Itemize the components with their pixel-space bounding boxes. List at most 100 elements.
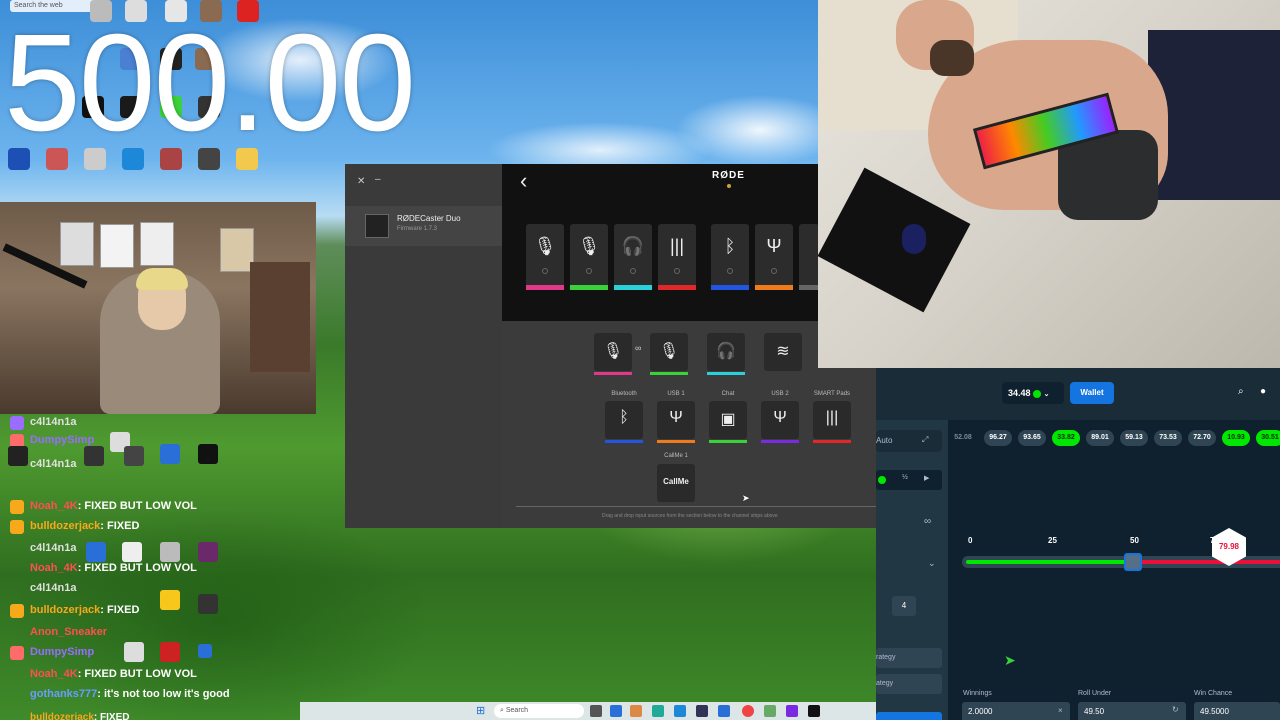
channel-strip-headphones[interactable]: 🎧 xyxy=(614,224,652,290)
source-chat[interactable]: ▣ xyxy=(709,401,747,443)
channel-strip-sound-pad[interactable]: ||| xyxy=(658,224,696,290)
source-color-bar xyxy=(650,372,688,375)
taskbar-app-icon[interactable] xyxy=(674,705,686,717)
taskbar-app-icon[interactable] xyxy=(610,705,622,717)
number-field[interactable]: 4 xyxy=(892,596,916,616)
dice-game-main: 52.08 96.27 93.65 33.82 89.01 59.13 73.5… xyxy=(948,420,1280,720)
taskbar-app-icon[interactable] xyxy=(630,705,642,717)
roll-under-field[interactable]: 49.50 ↻ xyxy=(1078,702,1186,720)
usb-icon: Ψ xyxy=(766,236,782,256)
source-mic-2[interactable]: 🎙 xyxy=(650,333,688,375)
auto-tab[interactable]: Auto ⤢ xyxy=(876,430,942,452)
channel-color-bar xyxy=(799,285,819,290)
device-item[interactable]: RØDECaster Duo Firmware 1.7.3 xyxy=(345,206,502,246)
close-icon[interactable]: ✕ xyxy=(357,176,365,187)
device-name: RØDECaster Duo xyxy=(397,214,461,223)
chat-emote xyxy=(198,444,218,464)
source-bluetooth[interactable]: ᛒ xyxy=(605,401,643,443)
win-chance-field[interactable]: 49.5000 xyxy=(1194,702,1280,720)
strategy-field[interactable]: rategy xyxy=(876,648,942,668)
source-wireless[interactable]: ≋ xyxy=(764,333,802,371)
chat-message: bulldozerjack: FIXED xyxy=(30,520,139,532)
taskbar-search[interactable]: ⌕ Search xyxy=(494,704,584,718)
chat-username: gothanks777 xyxy=(30,688,98,700)
channel-strip-mic-1[interactable]: 🎙 xyxy=(526,224,564,290)
chat-emote xyxy=(160,590,180,610)
source-label: Chat xyxy=(721,391,735,397)
source-callme[interactable]: CallMe xyxy=(657,464,695,502)
taskbar-app-icon[interactable] xyxy=(764,705,776,717)
source-usb-2[interactable]: Ψ xyxy=(761,401,799,443)
mouse-cursor-icon: ➤ xyxy=(742,493,750,503)
source-headphones[interactable]: 🎧 xyxy=(707,333,745,375)
source-smart-pads[interactable]: ||| xyxy=(813,401,851,443)
source-usb-1[interactable]: Ψ xyxy=(657,401,695,443)
play-icon[interactable]: ▶ xyxy=(924,474,929,482)
taskbar-app-icon[interactable] xyxy=(696,705,708,717)
source-mic-1[interactable]: 🎙 xyxy=(594,333,632,375)
chat-message: gothanks777: it's not too low it's good xyxy=(30,688,230,700)
channel-strip-partial[interactable] xyxy=(799,224,819,290)
mouse xyxy=(902,224,926,254)
bluetooth-icon: ᛒ xyxy=(619,409,629,426)
webcam-right xyxy=(818,0,1280,368)
callme-button: CallMe xyxy=(663,477,689,486)
wallet-button[interactable]: Wallet xyxy=(1070,382,1114,404)
number-field-value: 4 xyxy=(901,601,907,610)
chrome-icon[interactable] xyxy=(742,705,754,717)
chat-message: bulldozerjack: FIXED xyxy=(30,604,139,616)
history-chip: 93.65 xyxy=(1018,430,1046,446)
strategy-field[interactable]: ategy xyxy=(876,674,942,694)
slider-win-range xyxy=(966,560,1134,564)
user-icon[interactable]: ● xyxy=(1260,386,1266,397)
balance-display[interactable]: 34.48 ⌄ xyxy=(1002,382,1064,404)
channel-indicator xyxy=(630,268,636,274)
chat-username: DumpySimp xyxy=(30,646,95,658)
history-chip: 33.82 xyxy=(1052,430,1080,446)
back-icon[interactable]: ‹ xyxy=(520,168,527,194)
strategy-label: ategy xyxy=(876,680,894,687)
channel-indicator xyxy=(586,268,592,274)
taskbar-app-icon[interactable] xyxy=(652,705,664,717)
slider-handle[interactable] xyxy=(1124,553,1142,571)
channel-color-bar xyxy=(570,285,608,290)
strategy-label: rategy xyxy=(876,654,896,661)
bet-button[interactable] xyxy=(876,712,942,720)
minimize-icon[interactable]: – xyxy=(375,174,381,185)
chat-message: Noah_4K: FIXED BUT LOW VOL xyxy=(30,562,197,574)
wall-poster xyxy=(60,222,94,266)
chat-text: : FIXED BUT LOW VOL xyxy=(77,562,197,574)
search-icon[interactable]: ⌕ xyxy=(1238,386,1244,397)
taskbar-app-icon[interactable] xyxy=(718,705,730,717)
wall-poster xyxy=(220,228,254,272)
taskbar-app-icon[interactable] xyxy=(786,705,798,717)
link-icon: ∞ xyxy=(635,343,642,353)
link-icon[interactable]: ∞ xyxy=(924,516,931,527)
wall-poster xyxy=(100,224,134,268)
channel-strip-mic-2[interactable]: 🎙 xyxy=(570,224,608,290)
channel-indicator xyxy=(542,268,548,274)
history-chip: 89.01 xyxy=(1086,430,1114,446)
windows-start-icon[interactable]: ⊞ xyxy=(476,704,485,717)
channel-strip-usb[interactable]: Ψ xyxy=(755,224,793,290)
taskbar-app-icon[interactable] xyxy=(590,705,602,717)
refresh-icon[interactable]: ↻ xyxy=(1172,705,1179,714)
chat-emote xyxy=(122,542,142,562)
bet-amount-field[interactable]: ½ ▶ xyxy=(876,470,942,490)
history-chip: 73.53 xyxy=(1154,430,1182,446)
chat-text: : FIXED BUT LOW VOL xyxy=(77,668,197,680)
chat-username: Anon_Sneaker xyxy=(30,626,108,638)
win-chance-value: 49.5000 xyxy=(1200,707,1229,716)
channel-strip-bluetooth[interactable]: ᛒ xyxy=(711,224,749,290)
chevron-down-icon: ⌄ xyxy=(1043,391,1050,398)
history-chip: 96.27 xyxy=(984,430,1012,446)
taskbar-app-icon[interactable] xyxy=(808,705,820,717)
half-button[interactable]: ½ xyxy=(902,474,908,481)
history-chip: 30.51 xyxy=(1256,430,1280,446)
streamer-beard xyxy=(930,40,974,76)
winnings-field[interactable]: 2.0000 × xyxy=(962,702,1070,720)
chevron-down-icon[interactable]: ⌄ xyxy=(928,558,936,569)
source-label: SMART Pads xyxy=(813,391,851,397)
chat-username: bulldozerjack xyxy=(30,712,94,720)
source-color-bar xyxy=(813,440,851,443)
